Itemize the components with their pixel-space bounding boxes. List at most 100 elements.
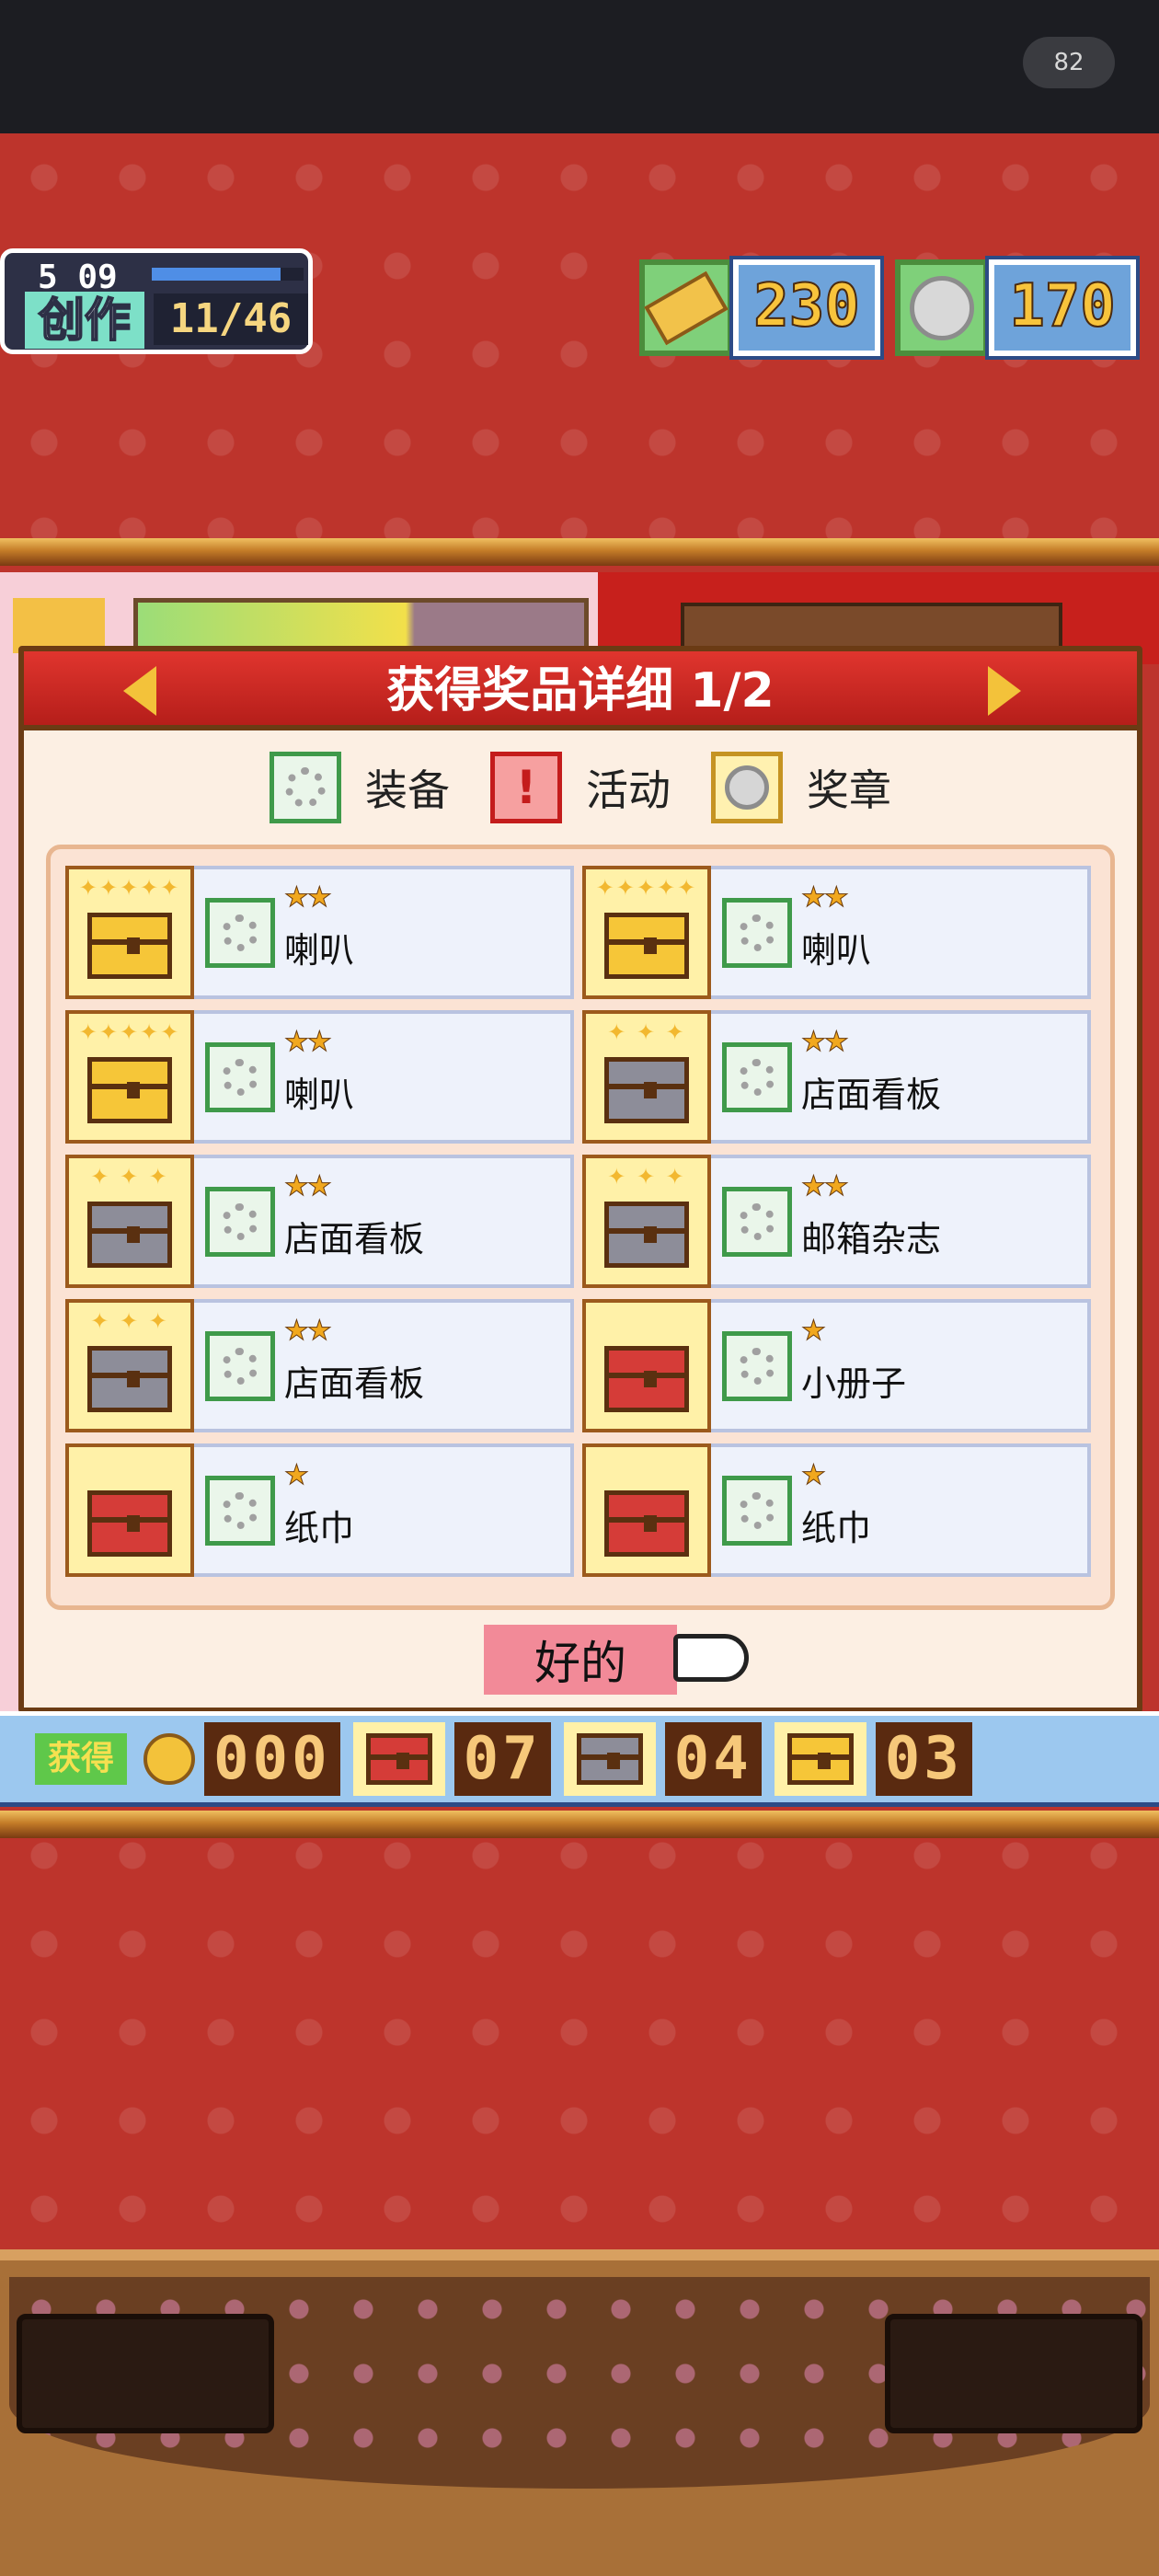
gold-chest-icon: [87, 913, 172, 979]
rarity-sparkles: ✦ ✦ ✦: [607, 1019, 686, 1045]
silver-chest-icon: [604, 1202, 689, 1268]
silver-chest-counter: 04: [664, 1722, 762, 1796]
prize-info: ★★ 喇叭: [284, 878, 560, 988]
xp-bar-fill: [152, 268, 281, 281]
chest-slot: ✦✦✦✦✦: [65, 866, 194, 999]
dialog-header: 获得奖品详细 1/2: [24, 651, 1137, 730]
medal-count: 170: [985, 256, 1140, 360]
chest-slot: [582, 1299, 711, 1432]
ticket-count: 230: [729, 256, 884, 360]
star-rating: ★★: [284, 1025, 333, 1058]
prize-info: ★★ 店面看板: [284, 1311, 560, 1421]
red-chest-counter: 07: [453, 1722, 551, 1796]
gear-icon: [205, 897, 275, 968]
prize-name: 喇叭: [284, 929, 355, 971]
gear-icon: [722, 1330, 792, 1401]
prize-card: ★ 纸巾: [65, 1443, 574, 1577]
status-bar: 82: [0, 0, 1159, 133]
chest-slot: ✦ ✦ ✦: [582, 1155, 711, 1288]
prize-card: ✦ ✦ ✦ ★★ 邮箱杂志: [582, 1155, 1091, 1288]
prize-grid: ✦✦✦✦✦ ★★ 喇叭 ✦✦✦✦✦ ★★ 喇叭 ✦✦✦✦✦ ★★ 喇叭 ✦ ✦ ✦ ★★ 店面看板 ✦ …: [65, 866, 1099, 1588]
status-badge: 82: [1023, 37, 1115, 88]
gear-icon: [722, 1186, 792, 1257]
star-rating: ★★: [284, 1169, 333, 1202]
legend-label: 装备: [365, 765, 450, 815]
next-page-button[interactable]: [988, 666, 1038, 716]
prize-name: 店面看板: [801, 1074, 942, 1115]
gear-icon: [270, 752, 341, 823]
prize-info: ★ 小册子: [801, 1311, 1077, 1421]
star-rating: ★: [801, 1314, 827, 1347]
rarity-sparkles: ✦ ✦ ✦: [90, 1308, 169, 1334]
ok-button[interactable]: 好的: [484, 1625, 677, 1695]
star-rating: ★★: [284, 880, 333, 914]
pointing-hand-icon: [673, 1634, 749, 1682]
prize-info: ★★ 喇叭: [801, 878, 1077, 988]
ticket-currency[interactable]: 230: [639, 256, 884, 360]
rarity-sparkles: ✦ ✦ ✦: [90, 1164, 169, 1190]
rarity-sparkles: ✦✦✦✦✦: [78, 1019, 181, 1045]
prize-info: ★ 纸巾: [801, 1455, 1077, 1566]
star-rating: ★★: [801, 1169, 850, 1202]
create-panel[interactable]: 5 09 创作 11/46: [0, 248, 313, 354]
gear-icon: [722, 1041, 792, 1112]
legend-label: 奖章: [807, 765, 891, 815]
dialog-title: 获得奖品详细 1/2: [386, 663, 775, 719]
gear-icon: [205, 1186, 275, 1257]
gold-chest-icon: [604, 913, 689, 979]
prize-info: ★★ 喇叭: [284, 1022, 560, 1133]
coin-icon: [143, 1733, 195, 1785]
prize-card: ✦✦✦✦✦ ★★ 喇叭: [582, 866, 1091, 999]
chest-slot: ✦ ✦ ✦: [65, 1155, 194, 1288]
prize-card: ✦✦✦✦✦ ★★ 喇叭: [65, 866, 574, 999]
medal-currency[interactable]: 170: [895, 256, 1140, 360]
got-label: 获得: [35, 1733, 127, 1785]
gear-icon: [205, 1330, 275, 1401]
gold-chest-counter: 03: [875, 1722, 972, 1796]
arrow-left-icon: [123, 666, 156, 716]
star-rating: ★★: [284, 1314, 333, 1347]
prize-card: ✦✦✦✦✦ ★★ 喇叭: [65, 1010, 574, 1144]
chest-slot: ✦✦✦✦✦: [582, 866, 711, 999]
floor-slot-left[interactable]: [17, 2314, 274, 2433]
prize-name: 小册子: [801, 1363, 907, 1404]
red-chest-icon: [604, 1490, 689, 1557]
gear-icon: [722, 1475, 792, 1546]
prize-card: ✦ ✦ ✦ ★★ 店面看板: [65, 1299, 574, 1432]
red-chest-icon: [87, 1490, 172, 1557]
chest-slot: ✦ ✦ ✦: [65, 1299, 194, 1432]
previous-page-button[interactable]: [123, 666, 173, 716]
sweet-meter: [133, 598, 589, 653]
prize-card: ✦ ✦ ✦ ★★ 店面看板: [65, 1155, 574, 1288]
chest-slot: ✦✦✦✦✦: [65, 1010, 194, 1144]
chest-slot: [582, 1443, 711, 1577]
prize-name: 店面看板: [284, 1363, 425, 1404]
create-count: 11/46: [154, 293, 308, 345]
floor-carpet: [9, 2277, 1150, 2489]
legend-equipment: 装备: [270, 751, 450, 824]
silver-chest-icon: [563, 1722, 656, 1796]
chest-slot: ✦ ✦ ✦: [582, 1010, 711, 1144]
gold-ticket-icon: [639, 259, 733, 356]
chest-slot: [65, 1443, 194, 1577]
prize-name: 邮箱杂志: [801, 1218, 942, 1259]
prize-name: 店面看板: [284, 1218, 425, 1259]
prize-info: ★★ 店面看板: [284, 1167, 560, 1277]
prize-card: ★ 小册子: [582, 1299, 1091, 1432]
legend-label: 活动: [586, 765, 671, 815]
star-rating: ★: [284, 1458, 310, 1491]
xp-bar: [152, 268, 304, 281]
star-rating: ★★: [801, 1025, 850, 1058]
prize-card: ✦ ✦ ✦ ★★ 店面看板: [582, 1010, 1091, 1144]
medal-icon: [711, 752, 783, 823]
prize-grid-frame: ✦✦✦✦✦ ★★ 喇叭 ✦✦✦✦✦ ★★ 喇叭 ✦✦✦✦✦ ★★ 喇叭 ✦ ✦ ✦ ★★ 店面看板 ✦ …: [46, 845, 1115, 1610]
prize-card: ★ 纸巾: [582, 1443, 1091, 1577]
prize-counter-bar: 获得 000 07 04 03: [0, 1711, 1159, 1807]
legend-medal: 奖章: [711, 751, 891, 824]
prize-name: 喇叭: [284, 1074, 355, 1115]
rarity-sparkles: ✦✦✦✦✦: [595, 875, 698, 901]
prize-name: 喇叭: [801, 929, 872, 971]
exclamation-icon: !: [490, 752, 562, 823]
bottom-rail: [0, 1811, 1159, 1838]
floor-slot-right[interactable]: [885, 2314, 1142, 2433]
